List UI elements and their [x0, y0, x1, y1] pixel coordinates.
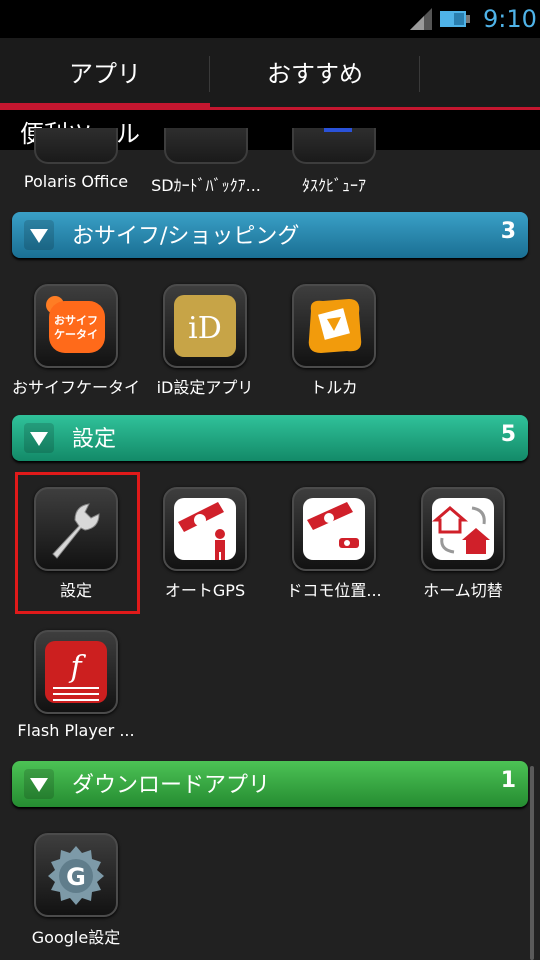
auto-gps-app[interactable]	[163, 487, 247, 571]
docomo-location-app[interactable]	[292, 487, 376, 571]
status-bar: 9:10	[0, 0, 540, 38]
app-label-google-settings[interactable]: Google設定	[11, 924, 141, 948]
tab-apps[interactable]: アプリ	[0, 38, 210, 110]
group-name: 設定	[72, 427, 117, 452]
app-label-sd-card-backup[interactable]: SDｶｰﾄﾞﾊﾞｯｸｱ...	[141, 172, 271, 196]
app-label-docomo-location[interactable]: ドコモ位置...	[269, 577, 399, 601]
home-switch-app[interactable]	[421, 487, 505, 571]
flash-player-app[interactable]: f	[34, 630, 118, 714]
app-label-toruca[interactable]: トルカ	[269, 374, 399, 398]
tab-bar: アプリ おすすめ	[0, 38, 540, 110]
task-viewer-icon[interactable]	[292, 128, 376, 164]
group-name: ダウンロードアプリ	[72, 773, 271, 798]
app-label-flash-player[interactable]: Flash Player ...	[11, 721, 141, 740]
group-name: おサイフ/ショッピング	[72, 224, 300, 249]
google-settings-icon: G	[48, 846, 104, 905]
id-settings-app[interactable]: iD	[163, 284, 247, 368]
clock: 9:10	[483, 5, 537, 33]
polaris-office-icon[interactable]	[34, 128, 118, 164]
tab-divider	[419, 56, 420, 92]
group-count: 5	[500, 422, 516, 447]
app-label-id-settings[interactable]: iD設定アプリ	[140, 374, 270, 398]
group-count: 3	[500, 219, 516, 244]
selection-highlight	[15, 472, 140, 614]
toruca-app[interactable]	[292, 284, 376, 368]
app-label-osaifu-keitai[interactable]: おサイフケータイ	[11, 374, 141, 398]
group-header-downloaded-apps[interactable]: ダウンロードアプリ 1	[12, 761, 528, 807]
app-label-task-viewer[interactable]: ﾀｽｸﾋﾞｭｰｱ	[269, 172, 399, 196]
svg-text:ケータイ: ケータイ	[54, 328, 98, 341]
collapse-arrow-icon[interactable]	[24, 769, 54, 799]
group-count: 1	[500, 768, 516, 793]
battery-icon	[440, 11, 470, 27]
tab-active-indicator	[0, 103, 210, 110]
id-icon: iD	[174, 295, 236, 357]
svg-text:G: G	[66, 863, 86, 891]
tab-recommended[interactable]: おすすめ	[210, 38, 420, 110]
flash-player-icon: f	[45, 641, 107, 703]
app-label-auto-gps[interactable]: オートGPS	[140, 577, 270, 601]
osaifu-keitai-app[interactable]: おサイフ ケータイ	[34, 284, 118, 368]
auto-gps-icon	[174, 498, 236, 560]
collapse-arrow-icon[interactable]	[24, 423, 54, 453]
google-settings-app[interactable]: G	[34, 833, 118, 917]
sd-card-backup-icon[interactable]	[164, 128, 248, 164]
group-header-osaifu-shopping[interactable]: おサイフ/ショッピング 3	[12, 212, 528, 258]
home-switch-icon	[432, 498, 494, 560]
toruca-icon	[308, 299, 362, 353]
collapse-arrow-icon[interactable]	[24, 220, 54, 250]
app-label-home-switch[interactable]: ホーム切替	[398, 577, 528, 601]
signal-icon	[410, 8, 432, 30]
scrollbar[interactable]	[530, 766, 534, 960]
svg-text:おサイフ: おサイフ	[54, 314, 98, 327]
svg-text:iD: iD	[188, 311, 222, 346]
app-label-polaris-office[interactable]: Polaris Office	[11, 172, 141, 191]
group-header-settings[interactable]: 設定 5	[12, 415, 528, 461]
docomo-location-icon	[303, 498, 365, 560]
osaifu-keitai-icon: おサイフ ケータイ	[46, 296, 105, 353]
